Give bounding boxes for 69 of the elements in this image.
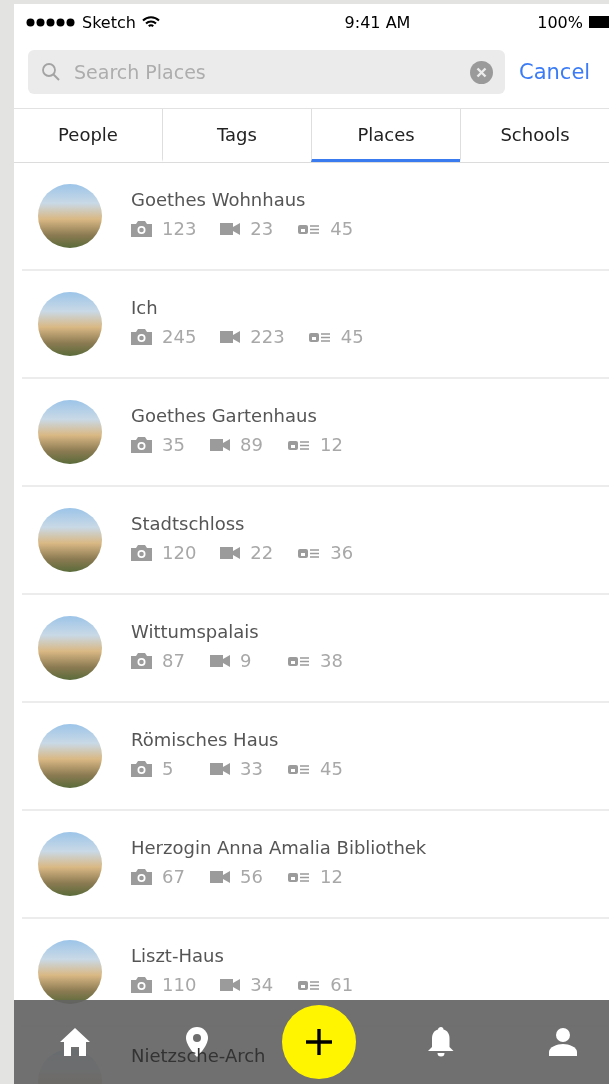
photo-count: 110 — [162, 974, 197, 995]
entry-count: 45 — [330, 218, 355, 239]
entry-count: 61 — [330, 974, 355, 995]
place-name[interactable]: Liszt-Haus — [131, 945, 355, 966]
card-list-icon — [288, 763, 310, 774]
search-icon — [41, 62, 61, 82]
camera-icon — [131, 760, 152, 777]
video-camera-icon — [220, 330, 241, 343]
video-camera-icon — [220, 222, 241, 235]
camera-icon — [131, 436, 152, 453]
video-count: 89 — [240, 434, 264, 455]
entry-count: 38 — [320, 650, 344, 671]
photo-count: 123 — [162, 218, 197, 239]
card-list-icon — [288, 655, 310, 666]
video-count: 33 — [240, 758, 264, 779]
video-count: 23 — [250, 218, 275, 239]
photo-count: 120 — [162, 542, 197, 563]
video-count: 9 — [240, 650, 253, 671]
video-camera-icon — [210, 654, 230, 667]
entry-count: 12 — [320, 434, 344, 455]
camera-icon — [131, 220, 152, 237]
place-name[interactable]: Goethes Gartenhaus — [131, 405, 344, 426]
video-camera-icon — [220, 978, 241, 991]
video-camera-icon — [220, 546, 241, 559]
card-list-icon — [288, 871, 310, 882]
entry-count: 45 — [340, 326, 365, 347]
tab[interactable]: Places — [311, 109, 460, 162]
video-camera-icon — [210, 438, 230, 451]
photo-count: 5 — [162, 758, 175, 779]
camera-icon — [131, 976, 152, 993]
camera-icon — [131, 652, 152, 669]
photo-count: 87 — [162, 650, 186, 671]
user-icon[interactable] — [549, 1028, 577, 1056]
home-icon[interactable] — [60, 1028, 90, 1056]
card-list-icon — [288, 439, 310, 450]
photo-count: 245 — [162, 326, 197, 347]
entry-count: 45 — [320, 758, 344, 779]
carrier-name: Sketch — [82, 12, 136, 32]
card-list-icon — [298, 547, 321, 558]
card-list-icon — [308, 331, 331, 342]
place-name[interactable]: Herzogin Anna Amalia Bibliothek — [131, 837, 427, 858]
photo-count: 35 — [162, 434, 186, 455]
video-count: 56 — [240, 866, 264, 887]
place-name[interactable]: Ich — [131, 297, 365, 318]
card-list-icon — [298, 223, 321, 234]
bell-icon[interactable] — [428, 1027, 454, 1057]
entry-count: 12 — [320, 866, 344, 887]
camera-icon — [131, 868, 152, 885]
card-list-icon — [298, 979, 321, 990]
camera-icon — [131, 544, 152, 561]
entry-count: 36 — [330, 542, 355, 563]
wifi-icon — [141, 15, 160, 29]
clock-time: 9:41 AM — [344, 12, 411, 32]
camera-icon — [131, 328, 152, 345]
place-name[interactable]: Stadtschloss — [131, 513, 355, 534]
video-camera-icon — [210, 762, 230, 775]
photo-count: 67 — [162, 866, 186, 887]
plus-icon — [306, 1029, 332, 1055]
video-camera-icon — [210, 870, 230, 883]
cancel-button[interactable]: Cancel — [519, 60, 591, 84]
place-name[interactable]: Goethes Wohnhaus — [131, 189, 355, 210]
video-count: 34 — [250, 974, 275, 995]
place-name[interactable]: Wittumspalais — [131, 621, 344, 642]
video-count: 223 — [250, 326, 285, 347]
battery-percent: 100% — [537, 12, 583, 32]
place-name[interactable]: Römisches Haus — [131, 729, 344, 750]
signal-dots-icon — [26, 17, 76, 27]
search-field[interactable]: Search Places — [28, 50, 505, 94]
video-count: 22 — [250, 542, 275, 563]
